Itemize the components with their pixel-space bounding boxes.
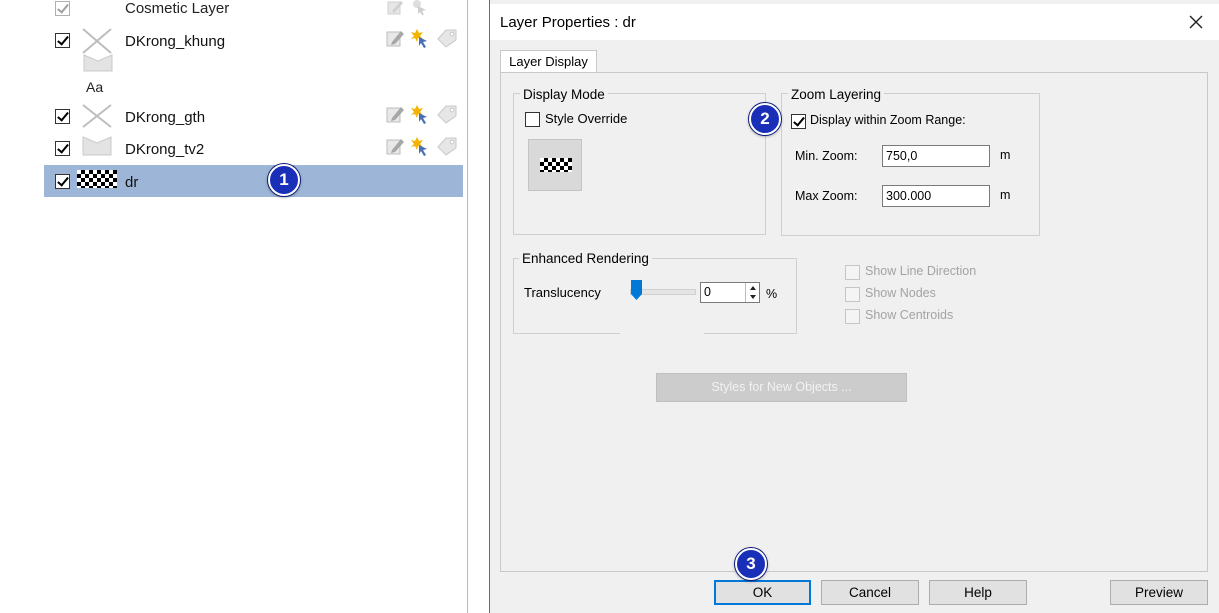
step-badge-2: 2 <box>749 103 781 135</box>
layer-row-dkrong-tv2[interactable]: DKrong_tv2 <box>44 133 463 165</box>
min-zoom-unit: m <box>1000 148 1011 162</box>
layer-row-dr[interactable]: dr <box>44 165 463 197</box>
translucency-spinner[interactable] <box>745 283 760 302</box>
panel-divider <box>467 0 468 613</box>
show-nodes-checkbox[interactable] <box>845 287 860 302</box>
dialog-titlebar[interactable]: Layer Properties : dr <box>490 4 1219 40</box>
group-title: Zoom Layering <box>788 87 885 102</box>
translucency-label: Translucency <box>524 285 601 300</box>
edit-layer-icon[interactable] <box>386 28 404 48</box>
zoom-layering-group: Zoom Layering Display within Zoom Range:… <box>781 87 1040 236</box>
display-within-zoom-checkbox[interactable] <box>791 114 806 129</box>
group-title: Display Mode <box>520 87 608 102</box>
selectable-icon[interactable] <box>410 28 430 48</box>
layer-control-panel: Cosmetic Layer DKrong_khung Aa DKrong_gt… <box>0 0 468 613</box>
show-line-direction-label: Show Line Direction <box>865 264 977 278</box>
group-border-gap <box>620 327 704 337</box>
layer-name: dr <box>125 174 139 191</box>
line-style-icon <box>82 104 112 128</box>
selectable-icon[interactable] <box>410 0 428 16</box>
layer-visibility-checkbox[interactable] <box>55 174 70 189</box>
translucency-value: 0 <box>704 285 711 299</box>
dialog-title: Layer Properties : dr <box>500 14 636 31</box>
ok-button[interactable]: OK <box>714 580 811 605</box>
min-zoom-label: Min. Zoom: <box>795 149 858 163</box>
min-zoom-input[interactable]: 750,0 <box>882 145 990 167</box>
label-style-sample: Aa <box>86 79 104 95</box>
style-override-checkbox[interactable] <box>525 112 540 127</box>
selectable-icon[interactable] <box>410 136 430 156</box>
show-centroids-label: Show Centroids <box>865 308 954 322</box>
group-title: Enhanced Rendering <box>519 251 652 266</box>
spinner-arrows-icon[interactable] <box>746 283 760 302</box>
layer-row-cosmetic[interactable]: Cosmetic Layer <box>44 0 463 26</box>
layer-actions <box>384 104 464 128</box>
translucency-slider-thumb[interactable] <box>630 279 644 301</box>
max-zoom-unit: m <box>1000 188 1011 202</box>
preview-button[interactable]: Preview <box>1110 580 1208 605</box>
layer-visibility-checkbox[interactable] <box>55 1 70 16</box>
layer-row-dkrong-khung[interactable]: DKrong_khung <box>44 25 463 57</box>
layer-properties-dialog: Layer Properties : dr Layer Display Disp… <box>489 0 1219 613</box>
max-zoom-label: Max Zoom: <box>795 189 858 203</box>
style-override-label: Style Override <box>545 111 628 126</box>
layer-visibility-checkbox[interactable] <box>55 141 70 156</box>
close-icon[interactable] <box>1184 10 1208 34</box>
enhanced-rendering-group: Enhanced Rendering Translucency 0 % <box>513 251 797 337</box>
show-centroids-checkbox[interactable] <box>845 309 860 324</box>
line-style-icon <box>82 28 112 54</box>
show-nodes-label: Show Nodes <box>865 286 936 300</box>
translucency-unit: % <box>766 287 778 301</box>
selectable-icon[interactable] <box>410 104 430 124</box>
layer-row-dkrong-gth[interactable]: DKrong_gth <box>44 101 463 133</box>
label-tag-icon[interactable] <box>436 104 458 124</box>
layer-name: DKrong_tv2 <box>125 141 205 158</box>
layer-name: DKrong_khung <box>125 33 226 50</box>
show-line-direction-checkbox[interactable] <box>845 265 860 280</box>
region-style-icon <box>82 136 112 156</box>
tab-layer-display[interactable]: Layer Display <box>500 50 597 73</box>
layer-actions <box>384 0 464 22</box>
style-button[interactable] <box>528 139 582 191</box>
raster-style-icon <box>540 158 572 172</box>
styles-for-new-objects-button[interactable]: Styles for New Objects ... <box>656 373 907 402</box>
cancel-button[interactable]: Cancel <box>821 580 919 605</box>
edit-layer-icon[interactable] <box>386 104 404 124</box>
region-style-icon <box>83 54 113 72</box>
layer-visibility-checkbox[interactable] <box>55 33 70 48</box>
layer-actions <box>384 28 464 52</box>
edit-layer-icon[interactable] <box>386 136 404 156</box>
help-button[interactable]: Help <box>929 580 1027 605</box>
tab-page-layer-display: Display Mode Style Override Zoom Layerin… <box>500 72 1208 572</box>
max-zoom-input[interactable]: 300.000 <box>882 185 990 207</box>
display-within-zoom-label: Display within Zoom Range: <box>810 113 966 127</box>
raster-layer-icon <box>77 170 117 188</box>
layer-name: DKrong_gth <box>125 109 206 126</box>
display-mode-group: Display Mode Style Override <box>513 87 766 235</box>
layer-name: Cosmetic Layer <box>125 0 230 17</box>
layer-actions <box>384 136 464 160</box>
label-tag-icon[interactable] <box>436 136 458 156</box>
step-badge-3: 3 <box>735 548 767 580</box>
edit-layer-icon[interactable] <box>386 0 404 16</box>
layer-visibility-checkbox[interactable] <box>55 109 70 124</box>
label-tag-icon[interactable] <box>436 28 458 48</box>
step-badge-1: 1 <box>268 164 300 196</box>
